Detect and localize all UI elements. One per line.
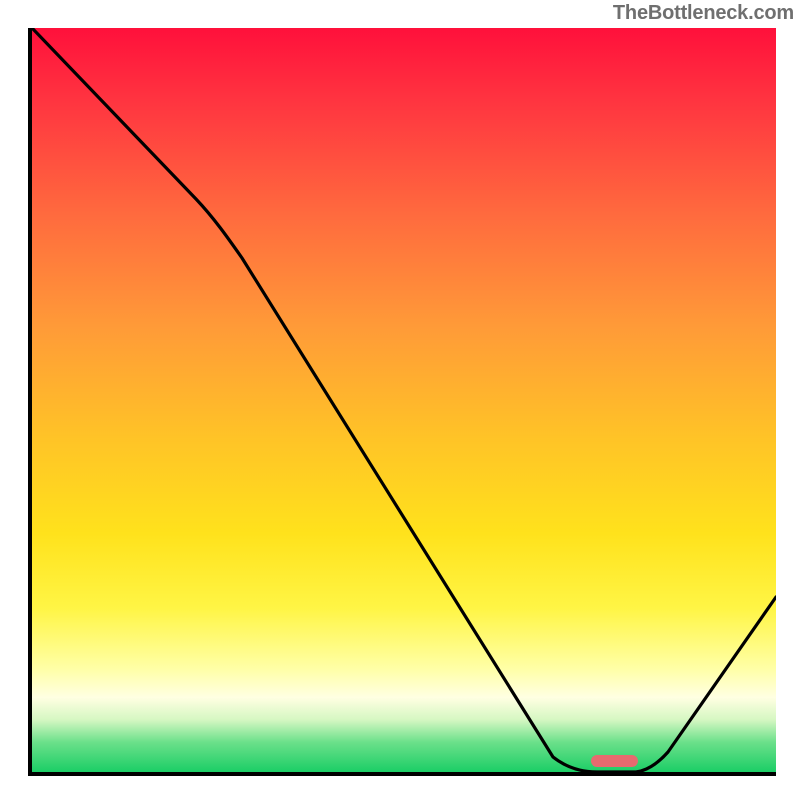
plot-area xyxy=(28,28,776,776)
bottleneck-curve-path xyxy=(32,28,776,772)
watermark-text: TheBottleneck.com xyxy=(613,2,794,25)
chart-canvas: TheBottleneck.com xyxy=(0,0,800,800)
curve-svg xyxy=(32,28,776,772)
optimal-range-marker xyxy=(591,755,638,767)
